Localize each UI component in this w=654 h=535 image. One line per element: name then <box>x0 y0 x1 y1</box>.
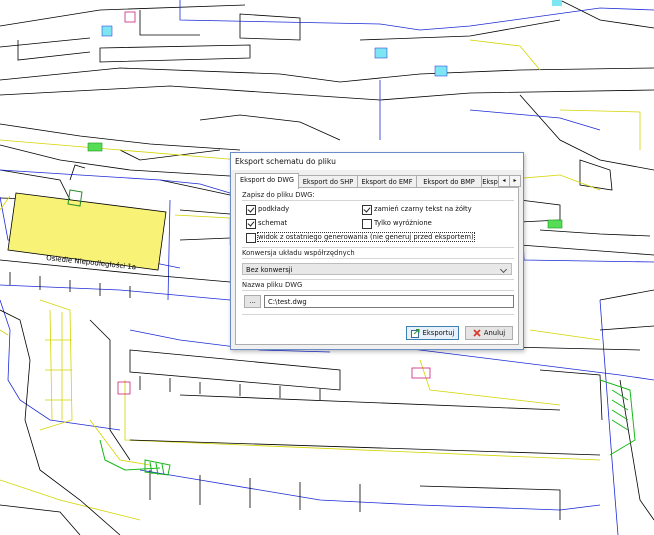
export-button[interactable]: Eksportuj <box>406 326 459 340</box>
cancel-button-label: Anuluj <box>483 329 506 337</box>
export-dialog: Eksport schematu do pliku Eksport do DWG… <box>230 152 524 350</box>
tylko-wyroznione-checkbox[interactable] <box>362 219 372 229</box>
conversion-select[interactable]: Bez konwersji <box>242 263 512 275</box>
close-icon <box>473 329 481 337</box>
browse-button[interactable]: ... <box>244 295 261 308</box>
save-group-label: Zapisz do pliku DWG: <box>242 191 315 199</box>
widok-checkbox[interactable] <box>246 233 256 243</box>
bottom-divider <box>242 314 514 315</box>
cancel-button[interactable]: Anuluj <box>465 326 513 340</box>
filename-label: Nazwa pliku DWG <box>242 281 303 289</box>
export-button-label: Eksportuj <box>422 329 455 337</box>
conversion-label: Konwersja układu współrzędnych <box>242 249 355 257</box>
section-divider <box>242 247 514 248</box>
zamien-tekst-checkbox[interactable] <box>362 205 372 215</box>
podklady-checkbox[interactable] <box>246 205 256 215</box>
widok-label: widok z ostatniego generowania (nie gene… <box>257 232 475 242</box>
dialog-title: Eksport schematu do pliku <box>231 153 523 170</box>
tylko-wyroznione-label: Tylko wyróżnione <box>374 219 432 227</box>
chevron-right-icon[interactable]: ▸ <box>509 175 521 187</box>
podklady-label: podkłady <box>258 205 290 213</box>
export-icon <box>410 328 420 338</box>
filename-divider <box>242 290 514 291</box>
conversion-select-value: Bez konwersji <box>246 266 293 274</box>
schemat-checkbox[interactable] <box>246 219 256 229</box>
zamien-tekst-label: zamień czarny tekst na żółty <box>374 205 472 213</box>
filename-input[interactable]: C:\test.dwg <box>264 295 514 308</box>
tab-panel-dwg: Zapisz do pliku DWG: podkłady zamień cza… <box>235 187 519 345</box>
chevron-down-icon <box>499 265 508 274</box>
save-group-divider <box>242 200 514 201</box>
tab-strip: Eksport do DWG Eksport do SHP Eksport do… <box>235 173 521 189</box>
conversion-divider <box>242 258 514 259</box>
schemat-label: schemat <box>258 219 288 227</box>
section-divider-2 <box>242 279 514 280</box>
tab-export-dwg[interactable]: Eksport do DWG <box>235 173 299 189</box>
